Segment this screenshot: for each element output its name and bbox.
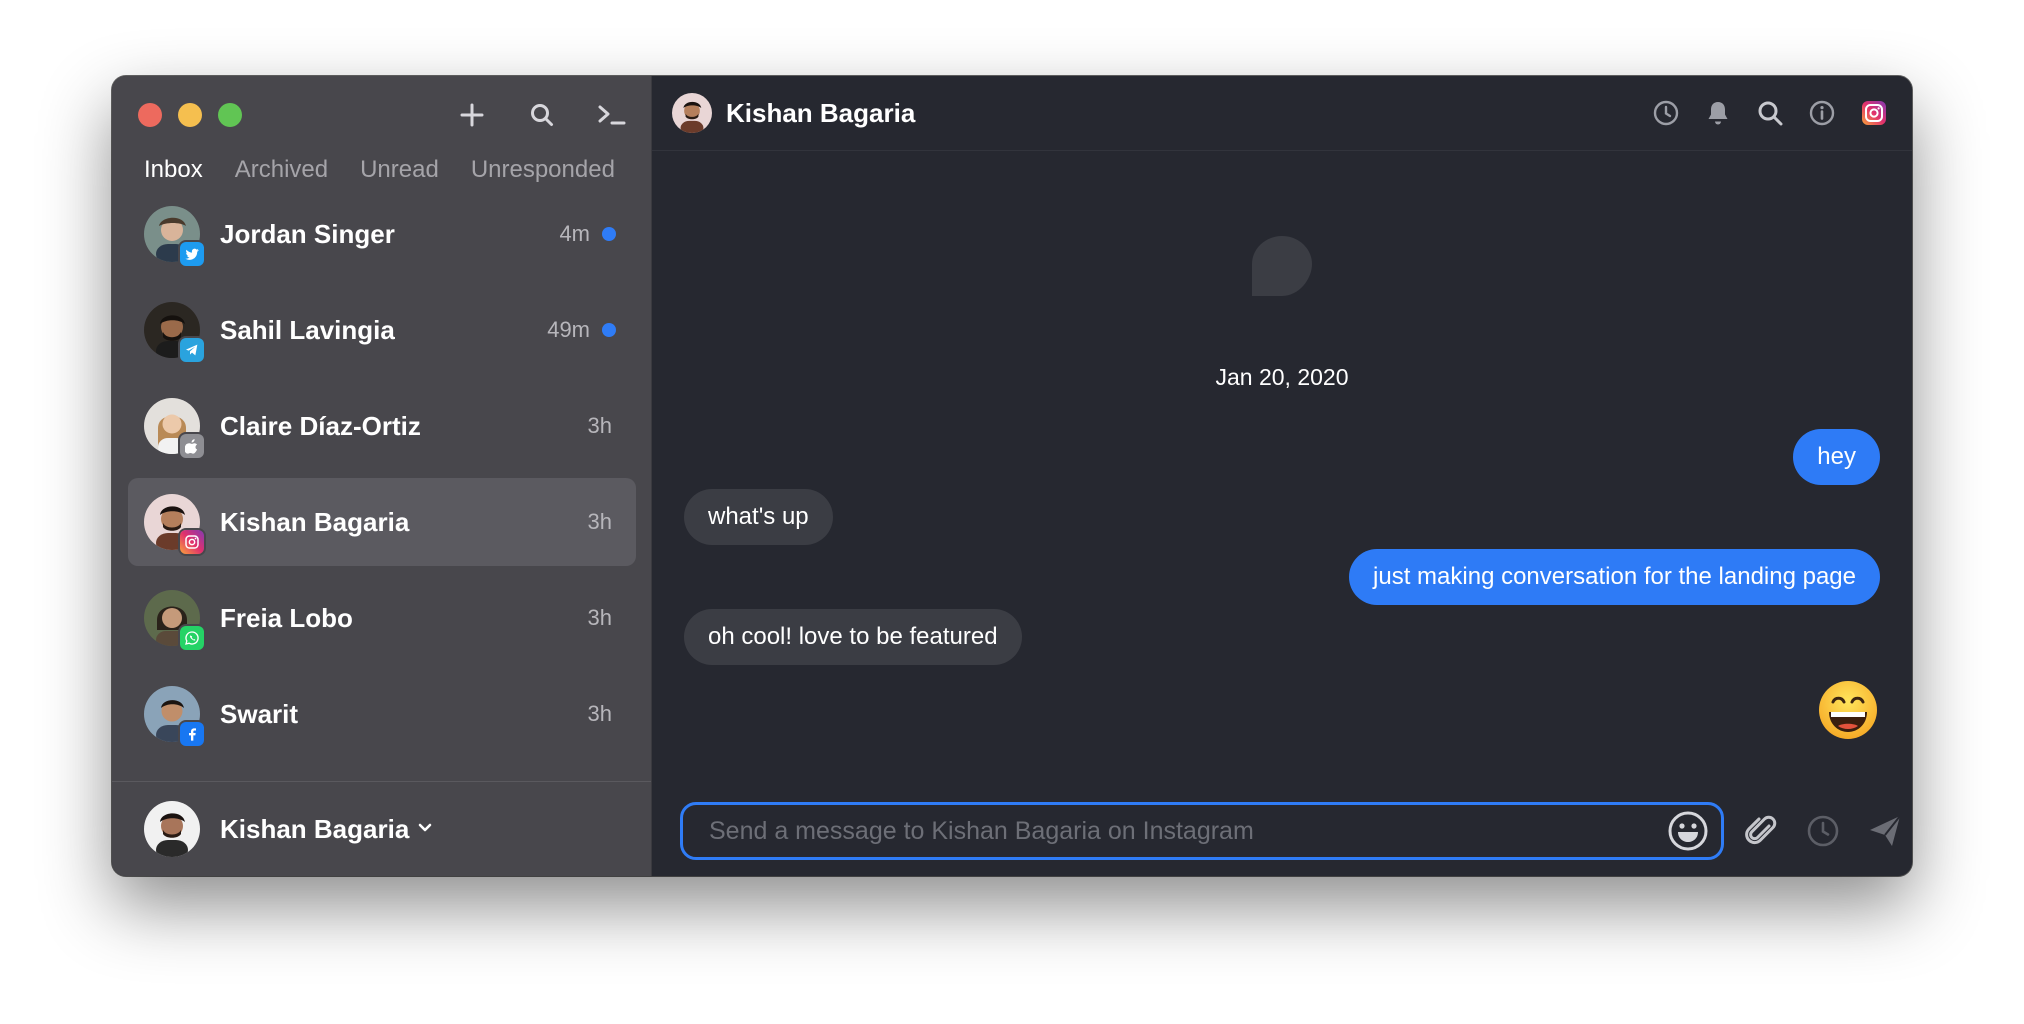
- tab-unread[interactable]: Unread: [360, 156, 439, 184]
- thread-name: Claire Díaz-Ortiz: [220, 410, 421, 441]
- avatar: [144, 206, 204, 266]
- conversation-title: Kishan Bagaria: [726, 97, 916, 128]
- avatar: [144, 590, 204, 650]
- date-separator: Jan 20, 2020: [1215, 364, 1349, 390]
- thread-time: 3h: [587, 413, 612, 438]
- bell-icon[interactable]: [1704, 99, 1732, 127]
- message-incoming: oh cool! love to be featured: [684, 609, 1022, 665]
- apple-icon: [180, 434, 204, 458]
- composer-toolbar: [1740, 810, 1906, 852]
- thread-name: Swarit: [220, 698, 299, 729]
- zoom-window-button[interactable]: [218, 103, 242, 127]
- window-controls: [138, 103, 242, 127]
- tab-unresponded[interactable]: Unresponded: [471, 156, 615, 184]
- thread-time: 3h: [587, 509, 612, 534]
- terminal-icon[interactable]: [595, 98, 629, 132]
- search-icon[interactable]: [1756, 99, 1784, 127]
- clock-icon[interactable]: [1652, 99, 1680, 127]
- whatsapp-icon: [180, 626, 204, 650]
- avatar: [144, 494, 204, 554]
- chevron-down-icon: [417, 819, 433, 840]
- grinning-face-emoji: [1819, 681, 1877, 739]
- message-composer: [680, 802, 1724, 860]
- avatar: [144, 398, 204, 458]
- thread-name: Sahil Lavingia: [220, 314, 395, 345]
- thread-item[interactable]: Swarit 3h: [128, 670, 636, 758]
- telegram-icon: [180, 338, 204, 362]
- thread-time: 3h: [587, 701, 612, 726]
- message-input[interactable]: [707, 815, 1667, 847]
- thread-item[interactable]: Claire Díaz-Ortiz 3h: [128, 382, 636, 470]
- thread-time: 3h: [587, 605, 612, 630]
- chat-bubble-icon: [1252, 236, 1312, 296]
- tab-archived[interactable]: Archived: [235, 156, 328, 184]
- message-incoming: what's up: [684, 489, 833, 545]
- thread-time: 4m: [559, 221, 590, 246]
- unread-indicator: [602, 323, 616, 337]
- account-name: Kishan Bagaria: [220, 813, 410, 844]
- twitter-icon: [180, 242, 204, 266]
- thread-name: Freia Lobo: [220, 602, 353, 633]
- thread-item[interactable]: Sahil Lavingia 49m: [128, 286, 636, 374]
- sidebar: Inbox Archived Unread Unresponded Jordan…: [112, 76, 652, 876]
- conversation-pane: Kishan Bagaria Jan 20, 2020 hey what's u…: [652, 76, 1912, 876]
- schedule-clock-icon[interactable]: [1802, 810, 1844, 852]
- conversation-header: Kishan Bagaria: [652, 76, 1912, 151]
- instagram-icon[interactable]: [1860, 99, 1888, 127]
- facebook-icon: [180, 722, 204, 746]
- avatar: [672, 93, 712, 133]
- account-avatar: [144, 801, 200, 857]
- thread-name: Jordan Singer: [220, 218, 395, 249]
- plus-icon[interactable]: [455, 98, 489, 132]
- unread-indicator: [602, 227, 616, 241]
- search-icon[interactable]: [525, 98, 559, 132]
- inbox-tabs: Inbox Archived Unread Unresponded: [144, 156, 615, 184]
- message-outgoing: hey: [1793, 429, 1880, 485]
- avatar: [144, 302, 204, 362]
- thread-name: Kishan Bagaria: [220, 506, 410, 537]
- thread-item[interactable]: Jordan Singer 4m: [128, 190, 636, 278]
- thread-list: Jordan Singer 4m Sahil Lavingia 49m Clai…: [128, 190, 636, 766]
- thread-item[interactable]: Freia Lobo 3h: [128, 574, 636, 662]
- close-window-button[interactable]: [138, 103, 162, 127]
- tab-inbox[interactable]: Inbox: [144, 156, 203, 184]
- thread-time: 49m: [547, 317, 590, 342]
- minimize-window-button[interactable]: [178, 103, 202, 127]
- thread-item-selected[interactable]: Kishan Bagaria 3h: [128, 478, 636, 566]
- avatar: [144, 686, 204, 746]
- info-icon[interactable]: [1808, 99, 1836, 127]
- conversation-toolbar: [1652, 99, 1888, 127]
- account-switcher[interactable]: Kishan Bagaria: [112, 781, 651, 876]
- sidebar-toolbar: [455, 98, 629, 132]
- emoji-icon[interactable]: [1667, 810, 1709, 852]
- paperclip-icon[interactable]: [1740, 810, 1782, 852]
- message-outgoing: just making conversation for the landing…: [1349, 549, 1880, 605]
- send-icon[interactable]: [1864, 810, 1906, 852]
- instagram-icon: [180, 530, 204, 554]
- app-window: Inbox Archived Unread Unresponded Jordan…: [112, 76, 1912, 876]
